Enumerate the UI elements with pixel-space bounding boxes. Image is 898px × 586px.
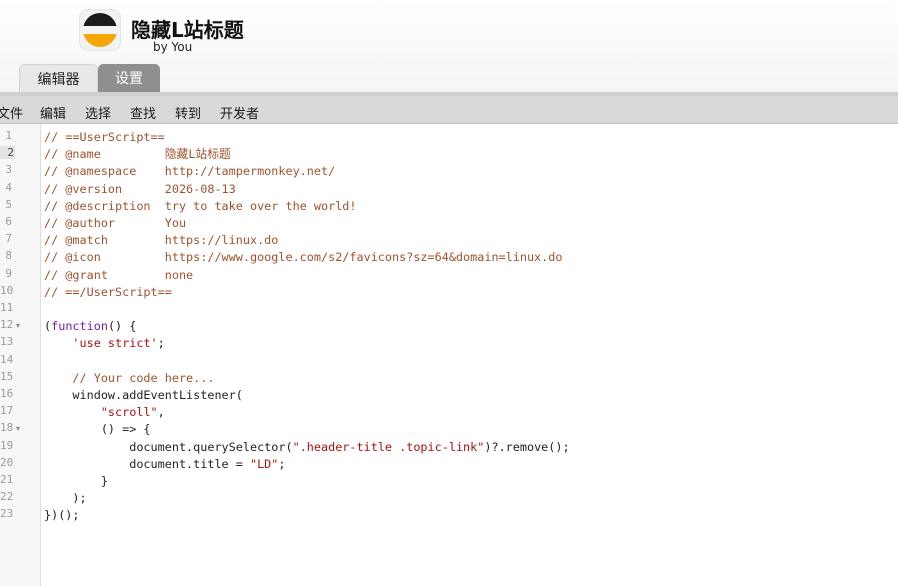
code-line[interactable]: document.title = "LD"; xyxy=(44,456,285,473)
line-number: 11 xyxy=(0,301,14,314)
code-line[interactable]: "scroll", xyxy=(44,404,165,421)
line-number: 12 xyxy=(0,318,14,332)
line-number: 19 xyxy=(0,438,14,452)
code-line[interactable]: // @description try to take over the wor… xyxy=(44,198,357,215)
code-line[interactable]: })(); xyxy=(44,507,80,524)
line-number: 10 xyxy=(0,283,14,297)
line-number: 2 xyxy=(0,146,15,160)
code-line[interactable]: window.addEventListener( xyxy=(44,387,242,404)
line-number: 1 xyxy=(5,129,12,142)
code-line[interactable]: ); xyxy=(44,490,86,507)
line-number: 9 xyxy=(5,266,12,280)
line-number: 15 xyxy=(0,369,14,383)
line-number: 4 xyxy=(5,180,12,194)
menu-goto[interactable]: 转到 xyxy=(175,103,201,122)
script-author: by You xyxy=(153,40,193,54)
script-title: 隐藏L站标题 xyxy=(131,18,244,42)
code-editor[interactable]: 1 2 3 4 5 6 7 8 9 10 11 12 13 14 15 16 17 18 19 20 21 22 23 ▾ ▾ … xyxy=(0,124,898,586)
code-line[interactable]: // Your code here... xyxy=(44,370,214,387)
menu-find[interactable]: 查找 xyxy=(130,103,156,122)
line-number: 5 xyxy=(5,197,12,211)
menu-file[interactable]: 文件 xyxy=(0,103,23,122)
line-number: 20 xyxy=(0,455,14,469)
code-line[interactable]: // @icon https://www.google.com/s2/favic… xyxy=(44,249,562,266)
code-line[interactable]: } xyxy=(44,473,108,490)
line-number: 16 xyxy=(0,387,14,400)
menu-developer[interactable]: 开发者 xyxy=(220,103,259,122)
code-line[interactable]: // @author You xyxy=(44,215,186,232)
line-number: 18 xyxy=(0,421,14,435)
line-number: 13 xyxy=(0,335,14,349)
line-number: 14 xyxy=(0,352,14,366)
line-number: 23 xyxy=(0,507,14,521)
code-line[interactable]: (function() { xyxy=(44,318,136,335)
code-line[interactable]: // @grant none xyxy=(44,267,193,284)
script-logo-icon xyxy=(79,9,121,51)
code-line[interactable]: () => { xyxy=(44,421,151,438)
line-number: 3 xyxy=(5,163,12,177)
code-line[interactable]: // @namespace http://tampermonkey.net/ xyxy=(44,163,335,180)
line-number: 22 xyxy=(0,490,14,504)
line-number: 6 xyxy=(5,215,12,228)
code-line[interactable]: 'use strict'; xyxy=(44,335,164,352)
menu-edit[interactable]: 编辑 xyxy=(40,103,66,122)
code-line[interactable]: // @match https://linux.do xyxy=(44,232,278,249)
menu-select[interactable]: 选择 xyxy=(85,103,111,122)
code-line[interactable]: // @version 2026-08-13 xyxy=(44,181,236,198)
tab-editor[interactable]: 编辑器 xyxy=(19,64,98,93)
code-line[interactable]: // ==UserScript== xyxy=(44,129,165,146)
menu-bar: 文件 编辑 选择 查找 转到 开发者 xyxy=(0,92,898,124)
line-number: 17 xyxy=(0,404,14,418)
code-line[interactable]: // @name 隐藏L站标题 xyxy=(44,146,231,163)
line-number: 8 xyxy=(5,249,12,263)
fold-arrow-icon[interactable]: ▾ xyxy=(16,424,20,433)
code-line[interactable]: document.querySelector(".header-title .t… xyxy=(44,439,569,456)
code-line[interactable]: // ==/UserScript== xyxy=(44,284,172,301)
line-number: 21 xyxy=(0,473,14,486)
line-number: 7 xyxy=(5,232,12,246)
line-number-gutter: 1 2 3 4 5 6 7 8 9 10 11 12 13 14 15 16 17 18 19 20 21 22 23 ▾ ▾ xyxy=(0,124,41,586)
fold-arrow-icon[interactable]: ▾ xyxy=(16,321,20,330)
tab-settings[interactable]: 设置 xyxy=(98,64,160,92)
tab-bar: 编辑器 设置 xyxy=(0,62,898,93)
